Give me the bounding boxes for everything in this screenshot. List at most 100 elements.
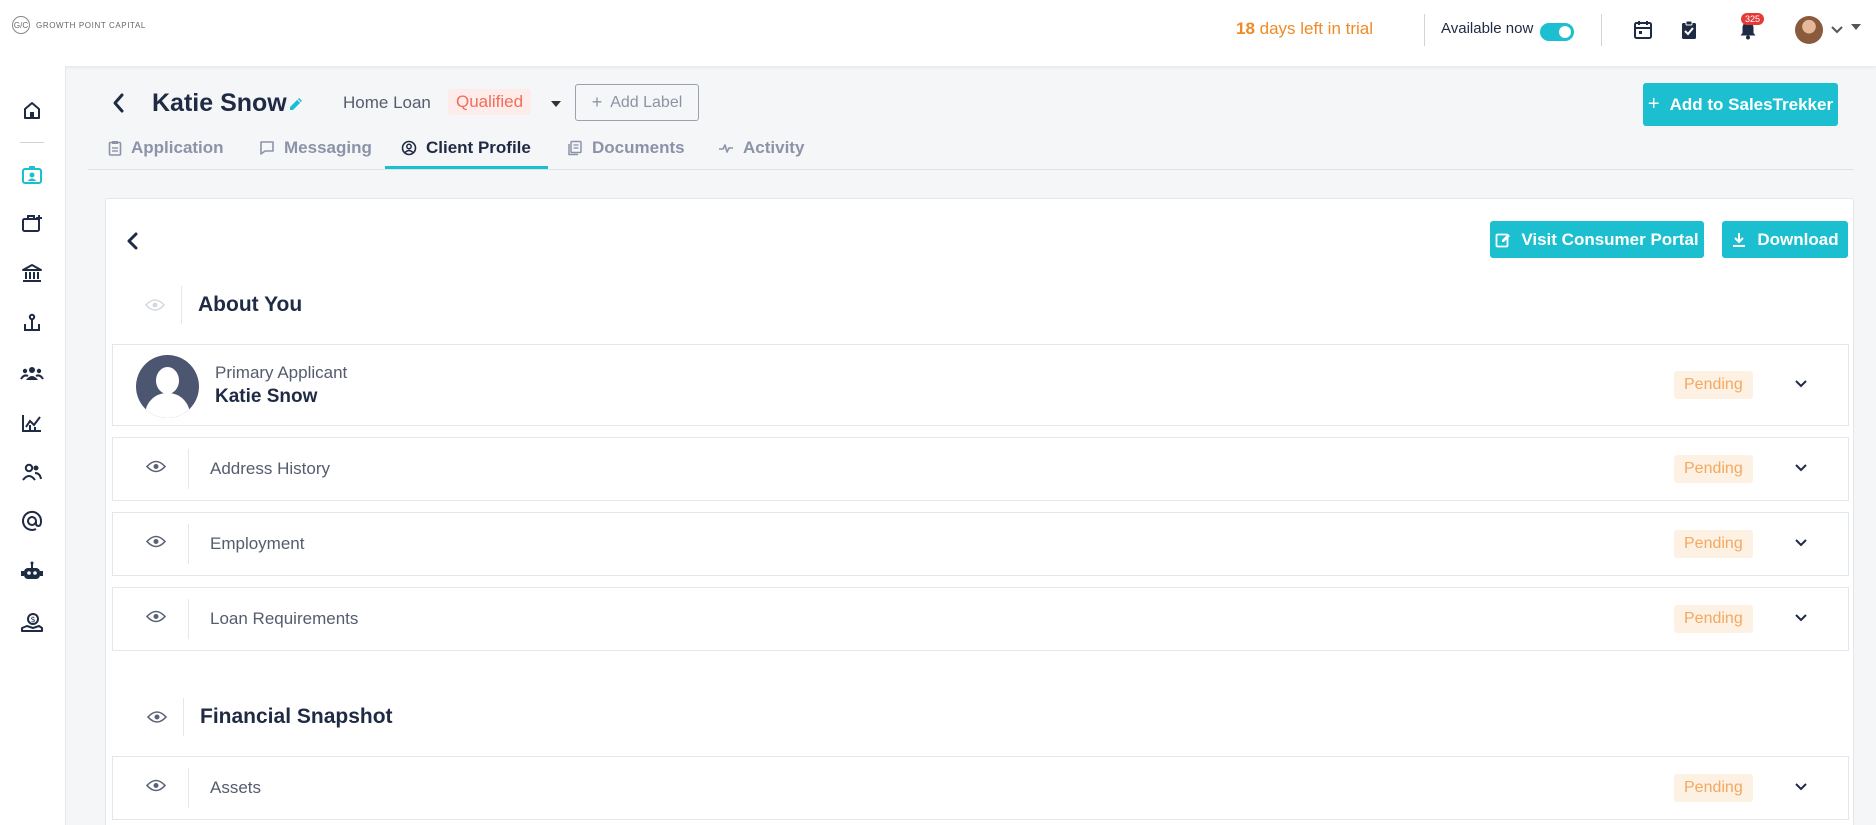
visit-consumer-portal-label: Visit Consumer Portal (1521, 229, 1699, 249)
client-name: Katie Snow (152, 89, 287, 117)
tab-label: Activity (743, 138, 805, 157)
download-button[interactable]: Download (1722, 221, 1848, 258)
chevron-down-icon[interactable] (1793, 460, 1809, 478)
applicant-name: Katie Snow (215, 386, 318, 407)
download-label: Download (1757, 229, 1839, 249)
status-badge: Pending (1674, 371, 1753, 399)
robot-icon[interactable] (19, 558, 45, 584)
add-to-salestrekker-button[interactable]: + Add to SalesTrekker (1643, 83, 1838, 126)
divider (181, 286, 182, 324)
loan-type: Home Loan (343, 93, 431, 112)
chevron-down-icon[interactable] (1793, 376, 1809, 394)
eye-icon[interactable] (145, 779, 167, 798)
eye-icon[interactable] (145, 610, 167, 629)
add-to-salestrekker-label: Add to SalesTrekker (1669, 94, 1834, 114)
trial-days: 18 (1236, 19, 1255, 38)
tab-activity[interactable]: Activity (718, 138, 804, 158)
divider (183, 698, 184, 736)
visit-consumer-portal-button[interactable]: Visit Consumer Portal (1490, 221, 1704, 258)
eye-icon[interactable] (145, 535, 167, 554)
download-icon (1733, 232, 1746, 247)
eye-icon[interactable] (139, 710, 175, 724)
chevron-down-icon[interactable] (1793, 610, 1809, 628)
status-badge: Pending (1674, 530, 1753, 558)
employment-row[interactable]: Employment Pending (112, 512, 1849, 576)
chevron-down-icon[interactable] (1793, 535, 1809, 553)
logo-text: GROWTH POINT CAPITAL (36, 20, 146, 30)
section-about-you: About You (137, 286, 302, 324)
briefcase-plus-icon[interactable] (19, 211, 45, 237)
divider (188, 449, 189, 489)
eye-icon[interactable] (145, 460, 167, 479)
status-badge: Pending (1674, 774, 1753, 802)
caret-down-icon[interactable] (551, 101, 561, 107)
divider (188, 599, 189, 639)
tab-client-profile[interactable]: Client Profile (401, 138, 531, 158)
tab-documents[interactable]: Documents (567, 138, 685, 158)
avatar (136, 355, 199, 418)
primary-applicant-row[interactable]: Primary Applicant Katie Snow Pending (112, 344, 1849, 426)
back-icon[interactable] (110, 92, 128, 119)
assets-row[interactable]: Assets Pending (112, 756, 1849, 820)
trial-notice[interactable]: 18 days left in trial (1236, 19, 1373, 39)
tab-label: Messaging (284, 138, 372, 157)
row-label: Loan Requirements (210, 609, 359, 628)
status-badge[interactable]: Qualified (448, 89, 532, 115)
pencil-icon[interactable] (287, 95, 305, 118)
tab-application[interactable]: Application (108, 138, 224, 158)
documents-icon (568, 140, 582, 156)
divider (1424, 14, 1425, 46)
tab-messaging[interactable]: Messaging (259, 138, 372, 158)
bank-icon[interactable] (19, 260, 45, 286)
row-label: Address History (210, 459, 330, 478)
top-bar: G/C GROWTH POINT CAPITAL 18 days left in… (0, 0, 1876, 66)
add-label-text: Add Label (610, 93, 683, 111)
tab-label: Client Profile (426, 138, 531, 157)
chart-icon[interactable] (19, 410, 45, 436)
svg-text:$: $ (31, 615, 36, 624)
plus-icon: + (591, 92, 603, 112)
at-icon[interactable] (19, 508, 45, 534)
status-badge: Pending (1674, 605, 1753, 633)
section-title: Financial Snapshot (200, 705, 393, 728)
status-badge: Pending (1674, 455, 1753, 483)
brand-logo[interactable]: G/C GROWTH POINT CAPITAL (12, 16, 146, 34)
logo-mark: G/C (12, 16, 30, 34)
plus-icon: + (1647, 93, 1660, 115)
team-icon[interactable] (19, 360, 45, 386)
available-toggle[interactable] (1540, 23, 1574, 41)
message-icon (260, 141, 274, 155)
user-circle-icon (401, 140, 417, 156)
divider (1601, 14, 1602, 46)
address-history-row[interactable]: Address History Pending (112, 437, 1849, 501)
eye-icon[interactable] (137, 298, 173, 312)
divider (188, 524, 189, 564)
available-label: Available now (1441, 20, 1534, 37)
calendar-icon[interactable] (1631, 18, 1655, 42)
users-icon[interactable] (19, 459, 45, 485)
tasks-icon[interactable] (1677, 18, 1701, 42)
divider (188, 768, 189, 808)
caret-down-icon[interactable] (1851, 24, 1861, 30)
user-avatar[interactable] (1795, 16, 1823, 44)
applicant-role: Primary Applicant (215, 363, 348, 382)
home-icon[interactable] (19, 97, 45, 123)
add-label-button[interactable]: + Add Label (575, 84, 699, 121)
chevron-down-icon[interactable] (1793, 779, 1809, 797)
money-hand-icon[interactable]: $ (19, 610, 45, 636)
anchor-icon[interactable] (19, 310, 45, 336)
notification-badge: 325 (1741, 13, 1765, 25)
section-title: About You (198, 293, 303, 316)
tab-bar: Application Messaging Client Profile Doc… (88, 126, 1854, 170)
clipboard-icon (108, 141, 122, 156)
client-card-icon[interactable] (19, 162, 45, 188)
sidebar-divider (20, 142, 44, 143)
trial-text: days left in trial (1254, 19, 1374, 38)
active-tab-indicator (385, 166, 548, 169)
loan-requirements-row[interactable]: Loan Requirements Pending (112, 587, 1849, 651)
section-financial-snapshot: Financial Snapshot (139, 698, 393, 736)
back-icon[interactable] (125, 230, 141, 257)
chevron-down-icon[interactable] (1830, 22, 1844, 40)
tab-label: Application (131, 138, 224, 157)
edit-box-icon (1495, 233, 1511, 247)
